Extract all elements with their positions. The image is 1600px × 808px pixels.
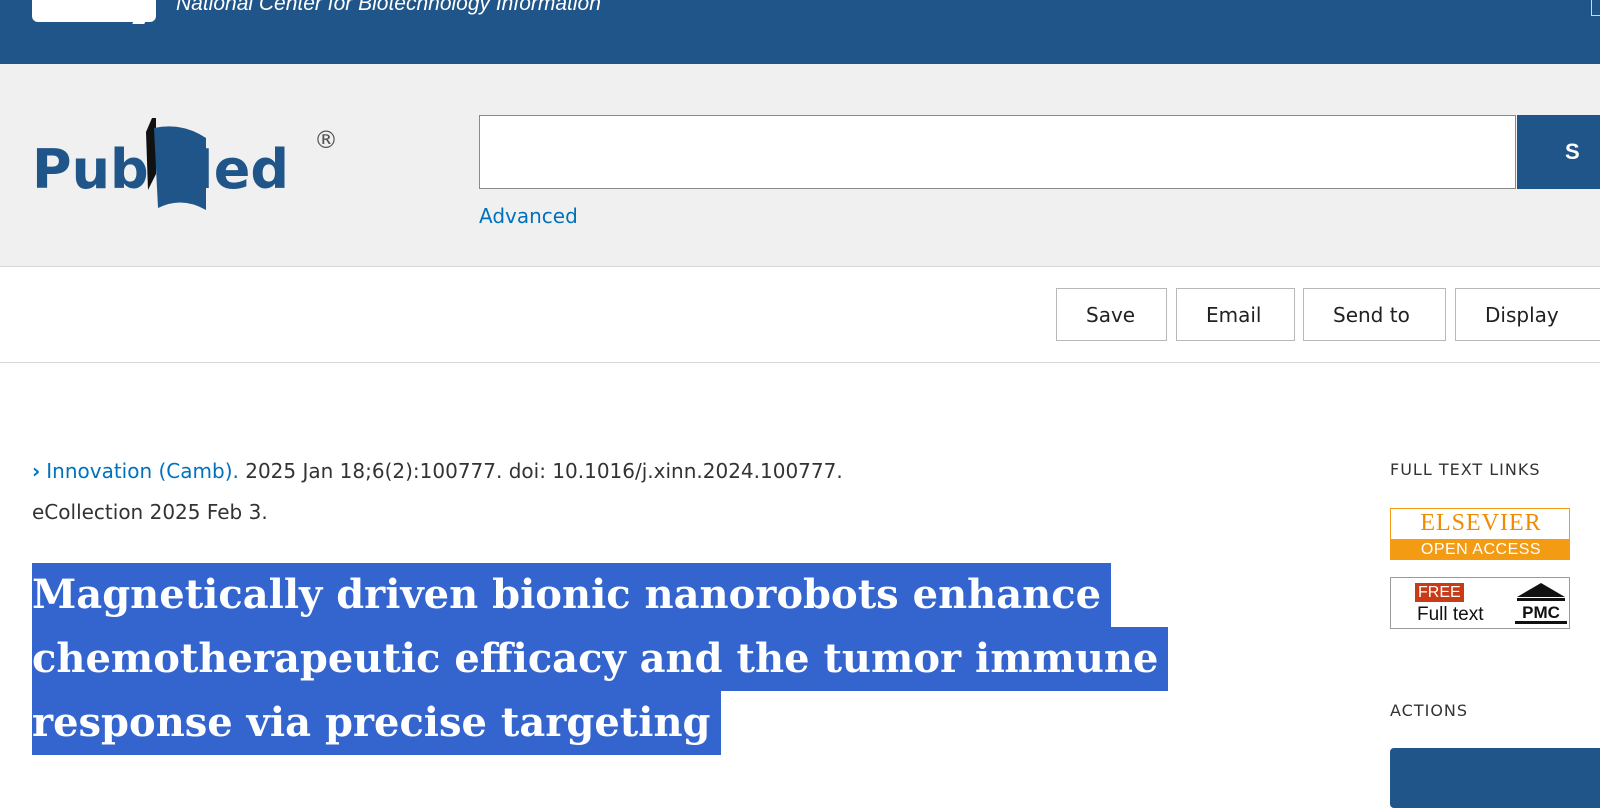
cite-button[interactable]	[1390, 748, 1600, 808]
free-badge: FREE	[1415, 583, 1464, 602]
article-citation: › Innovation (Camb). 2025 Jan 18;6(2):100…	[32, 451, 1032, 533]
title-line: Magnetically driven bionic nanorobots en…	[32, 563, 1112, 627]
pmc-building-icon: PMC	[1515, 583, 1567, 624]
pubmed-logo[interactable]: Pub Med ®	[32, 110, 352, 220]
title-line: chemotherapeutic efficacy and the tumor …	[32, 627, 1169, 691]
ecollection-line: eCollection 2025 Feb 3.	[32, 500, 268, 524]
pmc-full-text-link[interactable]: FREE Full text PMC	[1390, 577, 1570, 629]
open-access-badge: OPEN ACCESS	[1391, 539, 1569, 559]
citation-details: 2025 Jan 18;6(2):100777. doi: 10.1016/j.…	[238, 459, 843, 483]
ncbi-header: National Center for Biotechnology Inform…	[0, 0, 1600, 64]
actions-heading: ACTIONS	[1390, 701, 1469, 720]
search-button[interactable]: S	[1517, 115, 1600, 189]
pubmed-logo-med: Med	[160, 138, 289, 201]
pmc-label: PMC	[1522, 603, 1560, 622]
search-input[interactable]	[479, 115, 1516, 189]
full-text-label: Full text	[1417, 604, 1484, 625]
elsevier-full-text-link[interactable]: ELSEVIER OPEN ACCESS	[1390, 508, 1570, 560]
save-button[interactable]: Save	[1056, 288, 1167, 341]
chevron-right-icon[interactable]: ›	[32, 459, 40, 483]
advanced-search-link[interactable]: Advanced	[479, 204, 578, 228]
ncbi-tagline: National Center for Biotechnology Inform…	[176, 0, 601, 15]
elsevier-logo: ELSEVIER	[1420, 510, 1542, 536]
send-to-button[interactable]: Send to	[1303, 288, 1446, 341]
full-text-links-heading: FULL TEXT LINKS	[1390, 460, 1541, 479]
pubmed-logo-pub: Pub	[32, 138, 149, 201]
registered-mark: ®	[314, 126, 338, 154]
article-toolbar: Save Email Send to Display	[0, 267, 1600, 363]
article-title: Magnetically driven bionic nanorobots en…	[32, 563, 1169, 755]
email-button[interactable]: Email	[1176, 288, 1295, 341]
account-icon[interactable]	[1591, 0, 1600, 16]
journal-link[interactable]: Innovation (Camb).	[46, 459, 239, 483]
title-line: response via precise targeting	[32, 691, 721, 755]
citation-line: › Innovation (Camb). 2025 Jan 18;6(2):100…	[32, 451, 1032, 492]
search-band: Pub Med ® S Advanced	[0, 64, 1600, 267]
display-options-button[interactable]: Display	[1455, 288, 1600, 341]
